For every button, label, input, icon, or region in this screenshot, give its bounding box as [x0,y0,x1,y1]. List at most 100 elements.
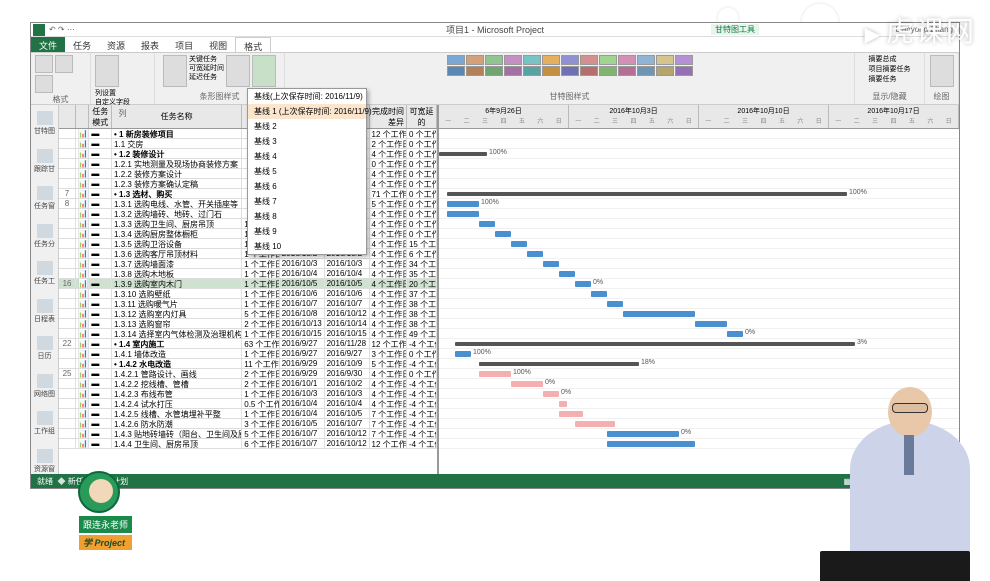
col-settings-button[interactable]: 列设置 [95,89,130,98]
critical-tasks-checkbox[interactable]: 关键任务 [189,55,224,64]
project-summary-checkbox[interactable]: 项目摘要任务 [869,65,911,75]
gantt-bar[interactable] [607,431,679,437]
gantt-bar[interactable] [511,381,543,387]
task-path-icon[interactable] [226,55,250,87]
summary-rollup-checkbox[interactable]: 摘要总成 [869,55,911,65]
sidebar-view-3[interactable]: 任务分 [34,224,56,250]
gantt-bar[interactable] [727,331,743,337]
gantt-bar[interactable] [695,321,727,327]
table-row[interactable]: 📊▬ 1.4.2.6 防水防潮3 个工作日2016/10/52016/10/77… [59,419,437,429]
drawing-icon[interactable] [930,55,954,87]
sidebar-view-9[interactable]: 资源窗 [34,449,56,475]
baseline-option-3[interactable]: 基线 3 [248,134,366,149]
format-bars-icon[interactable] [163,55,187,87]
table-row[interactable]: 25📊▬ 1.4.2.1 管路设计、画线2 个工作日2016/9/292016/… [59,369,437,379]
sidebar-view-1[interactable]: 跟踪甘 [34,149,56,175]
table-row[interactable]: 📊▬ 1.4.2.3 布线布管1 个工作日2016/10/32016/10/34… [59,389,437,399]
gantt-bar[interactable] [559,411,583,417]
gantt-bar[interactable] [591,291,607,297]
baseline-option-4[interactable]: 基线 4 [248,149,366,164]
table-row[interactable]: 📊▬ 1.4.2.5 线槽、水管填埋补平整1 个工作日2016/10/42016… [59,409,437,419]
baseline-button[interactable] [252,55,276,87]
custom-field-button[interactable]: 自定义字段 [95,98,130,107]
table-row[interactable]: 📊▬ 1.3.10 选购壁纸1 个工作日2016/10/62016/10/64 … [59,289,437,299]
gantt-bar[interactable] [575,281,591,287]
tab-report[interactable]: 报表 [133,37,167,52]
table-row[interactable]: 📊▬ 1.3.8 选购木地板1 个工作日2016/10/42016/10/44 … [59,269,437,279]
sidebar-view-5[interactable]: 日程表 [34,299,56,325]
summary-tasks-checkbox[interactable]: 摘要任务 [869,75,911,85]
table-row[interactable]: 📊▬ 1.3.12 选购室内灯具5 个工作日2016/10/82016/10/1… [59,309,437,319]
gantt-bar[interactable] [575,421,615,427]
gantt-bar[interactable] [559,271,575,277]
baseline-option-6[interactable]: 基线 6 [248,179,366,194]
gantt-bar[interactable] [543,261,559,267]
table-row[interactable]: 📊▬ 1.4.4 卫生间、厨房吊顶6 个工作日2016/10/72016/10/… [59,439,437,449]
sidebar-view-7[interactable]: 网络图 [34,374,56,400]
gantt-bar[interactable] [495,231,511,237]
baseline-option-10[interactable]: 基线 10 [248,239,366,254]
gantt-bar[interactable] [607,441,695,447]
col-slack[interactable]: 可宽延的 [407,105,437,128]
tab-project[interactable]: 项目 [167,37,201,52]
gantt-bar[interactable] [607,301,623,307]
table-row[interactable]: 📊▬ 1.3.13 选购窗帘2 个工作日2016/10/132016/10/14… [59,319,437,329]
table-row[interactable]: 📊▬ 1.3.7 选购墙面漆1 个工作日2016/10/32016/10/34 … [59,259,437,269]
baseline-option-0[interactable]: 基线(上次保存时间: 2016/11/9) [248,89,366,104]
gantt-bar[interactable] [527,251,543,257]
gantt-bar[interactable] [511,241,527,247]
gantt-style-gallery[interactable] [447,55,693,76]
table-row[interactable]: 📊▬ 1.3.14 选择室内气体检测及治理机构1 个工作日2016/10/152… [59,329,437,339]
table-row[interactable]: 📊▬ 1.4.2.2 挖线槽、管槽2 个工作日2016/10/12016/10/… [59,379,437,389]
gantt-bar[interactable] [447,211,479,217]
gantt-bar[interactable] [623,311,695,317]
sidebar-view-2[interactable]: 任务窗 [34,186,56,212]
baseline-option-2[interactable]: 基线 2 [248,119,366,134]
gantt-bar[interactable] [439,152,487,156]
table-row[interactable]: 📊▬ • 1.4.2 水电改造11 个工作日2016/9/292016/10/9… [59,359,437,369]
baseline-option-9[interactable]: 基线 9 [248,224,366,239]
table-row[interactable]: 📊▬ 1.4.1 墙体改造1 个工作日2016/9/272016/9/273 个… [59,349,437,359]
insert-column-icon[interactable] [95,55,119,87]
table-row[interactable]: 16📊▬ 1.3.9 选购室内木门1 个工作日2016/10/52016/10/… [59,279,437,289]
layout-icon[interactable] [35,75,53,93]
table-row[interactable]: 📊▬ 1.4.3 贴地砖墙砖（阳台、卫生间及厨房）5 个工作日2016/10/7… [59,429,437,439]
baseline-option-8[interactable]: 基线 8 [248,209,366,224]
gantt-bar[interactable] [447,192,847,196]
col-variance[interactable]: 完成时间差异 [370,105,407,128]
quick-access-toolbar[interactable]: ↶ ↷ ⋯ [49,25,75,34]
col-task-name[interactable]: 任务名称 [112,105,242,128]
sidebar-view-4[interactable]: 任务工 [34,261,56,287]
baseline-dropdown-menu[interactable]: 基线(上次保存时间: 2016/11/9)基线 1 (上次保存时间: 2016/… [247,88,367,255]
table-row[interactable]: 📊▬ 1.3.11 选购暖气片1 个工作日2016/10/72016/10/74… [59,299,437,309]
baseline-option-7[interactable]: 基线 7 [248,194,366,209]
tab-resource[interactable]: 资源 [99,37,133,52]
late-tasks-checkbox[interactable]: 延迟任务 [189,73,224,82]
slack-checkbox[interactable]: 可宽延时间 [189,64,224,73]
tab-view[interactable]: 视图 [201,37,235,52]
user-name[interactable]: Lianyong Zhang [896,25,953,34]
tab-task[interactable]: 任务 [65,37,99,52]
gantt-bar[interactable] [455,342,855,346]
baseline-option-1[interactable]: 基线 1 (上次保存时间: 2016/11/9) [248,104,366,119]
sidebar-view-0[interactable]: 甘特图 [34,111,56,137]
table-row[interactable]: 22📊▬• 1.4 室内施工63 个工作日2016/9/272016/11/28… [59,339,437,349]
sidebar-view-8[interactable]: 工作组 [34,411,56,437]
col-mode[interactable]: 任务模式 [89,105,112,128]
gridlines-icon[interactable] [55,55,73,73]
gantt-bar[interactable] [479,221,495,227]
gantt-lane [439,209,959,219]
sidebar-view-6[interactable]: 日历 [34,336,56,362]
gantt-bar[interactable] [543,391,559,397]
text-style-icon[interactable] [35,55,53,73]
table-row[interactable]: 📊▬ 1.4.2.4 试水打压0.5 个工作日2016/10/42016/10/… [59,399,437,409]
group-showhide-label: 显示/隐藏 [872,91,906,102]
gantt-bar[interactable] [559,401,567,407]
gantt-bar[interactable] [455,351,471,357]
baseline-option-5[interactable]: 基线 5 [248,164,366,179]
gantt-bar[interactable] [447,201,479,207]
tab-format[interactable]: 格式 [235,37,271,52]
gantt-bar[interactable] [479,362,639,366]
gantt-bar[interactable] [479,371,511,377]
tab-file[interactable]: 文件 [31,37,65,52]
